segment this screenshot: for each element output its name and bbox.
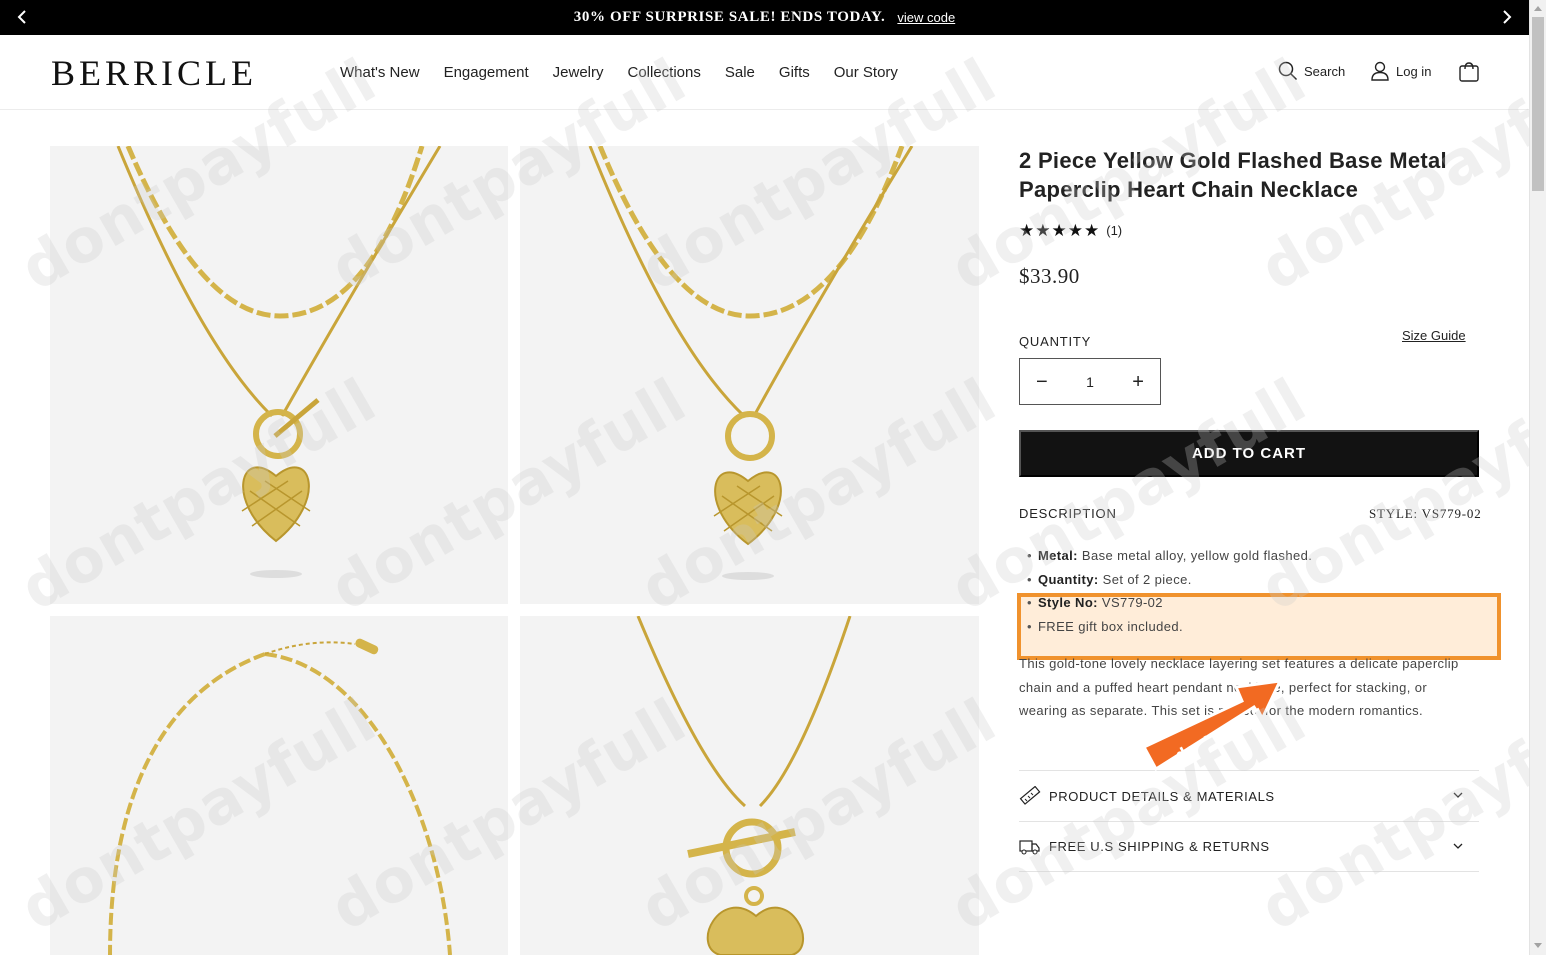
list-item: Metal: Base metal alloy, yellow gold fla…	[1027, 546, 1312, 570]
dontpayfull-sticker: dontpayfull	[1141, 679, 1283, 772]
add-to-cart-button[interactable]: ADD TO CART	[1019, 430, 1479, 477]
nav-our-story[interactable]: Our Story	[834, 64, 898, 81]
ruler-icon	[1019, 786, 1041, 805]
star-icon: ★	[1051, 221, 1067, 240]
user-icon	[1371, 61, 1389, 81]
star-icon: ★	[1019, 221, 1035, 240]
product-image-2[interactable]	[520, 146, 979, 604]
scroll-up-icon[interactable]	[1534, 6, 1542, 11]
accordion-product-details[interactable]: PRODUCT DETAILS & MATERIALS	[1019, 770, 1479, 821]
chevron-right-icon[interactable]	[1497, 8, 1515, 26]
product-image-4[interactable]	[520, 616, 979, 955]
chevron-down-icon	[1453, 792, 1463, 798]
necklace-image	[588, 146, 914, 580]
star-icon: ★	[1067, 221, 1083, 240]
star-icon: ★	[1035, 221, 1051, 240]
necklace-image	[108, 638, 452, 955]
accordion-label: FREE U.S SHIPPING & RETURNS	[1049, 839, 1270, 854]
size-guide-link[interactable]: Size Guide	[1402, 328, 1466, 343]
brand-logo[interactable]: BERRICLE	[51, 55, 257, 91]
bullet-value: Base metal alloy, yellow gold flashed.	[1077, 548, 1313, 563]
quantity-label: QUANTITY	[1019, 334, 1092, 349]
announcement-message: 30% OFF SURPRISE SALE! ENDS TODAY.	[573, 9, 886, 25]
search-label: Search	[1304, 63, 1346, 79]
truck-icon	[1019, 839, 1040, 854]
nav-collections[interactable]: Collections	[628, 64, 701, 81]
bullet-value: VS779-02	[1097, 595, 1163, 610]
accordion-shipping-returns[interactable]: FREE U.S SHIPPING & RETURNS	[1019, 821, 1479, 872]
list-item: Quantity: Set of 2 piece.	[1027, 570, 1312, 594]
nav-whats-new[interactable]: What's New	[340, 64, 420, 81]
bullet-key: Quantity:	[1037, 571, 1099, 587]
bullet-value: FREE gift box included.	[1037, 618, 1183, 634]
cart-button[interactable]	[1458, 61, 1486, 83]
list-item: Style No: VS779-02	[1027, 593, 1312, 617]
site-header: BERRICLE What's New Engagement Jewelry C…	[0, 35, 1529, 110]
login-button[interactable]: Log in	[1370, 61, 1431, 81]
necklace-image	[116, 146, 442, 578]
scrollbar-thumb[interactable]	[1532, 17, 1544, 191]
bullet-value: Set of 2 piece.	[1098, 571, 1192, 587]
scrollbar[interactable]	[1529, 0, 1546, 955]
nav-jewelry[interactable]: Jewelry	[553, 64, 604, 81]
bullet-key: Style No:	[1037, 595, 1098, 610]
search-button[interactable]: Search	[1278, 61, 1345, 81]
scroll-down-icon[interactable]	[1534, 943, 1542, 948]
view-code-link[interactable]: view code	[897, 10, 955, 25]
necklace-image	[636, 616, 852, 955]
announcement-bar: 30% OFF SURPRISE SALE! ENDS TODAY. view …	[0, 0, 1529, 35]
list-item: FREE gift box included.	[1027, 617, 1312, 641]
plus-icon[interactable]: +	[1132, 372, 1144, 392]
description-label: DESCRIPTION	[1019, 506, 1117, 521]
product-image-1[interactable]	[50, 146, 508, 604]
login-label: Log in	[1396, 63, 1432, 79]
nav-engagement[interactable]: Engagement	[444, 64, 529, 81]
accordion-label: PRODUCT DETAILS & MATERIALS	[1049, 788, 1275, 804]
search-icon	[1278, 61, 1298, 81]
product-price: $33.90	[1019, 264, 1080, 288]
cart-icon	[1459, 62, 1479, 82]
rating[interactable]: ★ ★ ★ ★ ★ (1)	[1019, 222, 1122, 239]
product-image-3[interactable]	[50, 616, 508, 955]
product-title: 2 Piece Yellow Gold Flashed Base Metal P…	[1019, 148, 1447, 202]
review-count: (1)	[1106, 223, 1123, 238]
bullet-key: Metal:	[1037, 548, 1078, 563]
style-number: STYLE: VS779-02	[1369, 506, 1482, 521]
quantity-stepper: − 1 +	[1019, 358, 1161, 405]
nav-sale[interactable]: Sale	[725, 64, 755, 81]
chevron-down-icon	[1453, 843, 1463, 849]
quantity-input[interactable]: 1	[1086, 374, 1094, 390]
main-nav: What's New Engagement Jewelry Collection…	[340, 64, 898, 81]
chevron-left-icon[interactable]	[14, 8, 32, 26]
minus-icon[interactable]: −	[1036, 372, 1048, 392]
star-icon: ★	[1084, 221, 1100, 240]
description-bullets: Metal: Base metal alloy, yellow gold fla…	[1027, 546, 1312, 640]
nav-gifts[interactable]: Gifts	[779, 64, 810, 81]
